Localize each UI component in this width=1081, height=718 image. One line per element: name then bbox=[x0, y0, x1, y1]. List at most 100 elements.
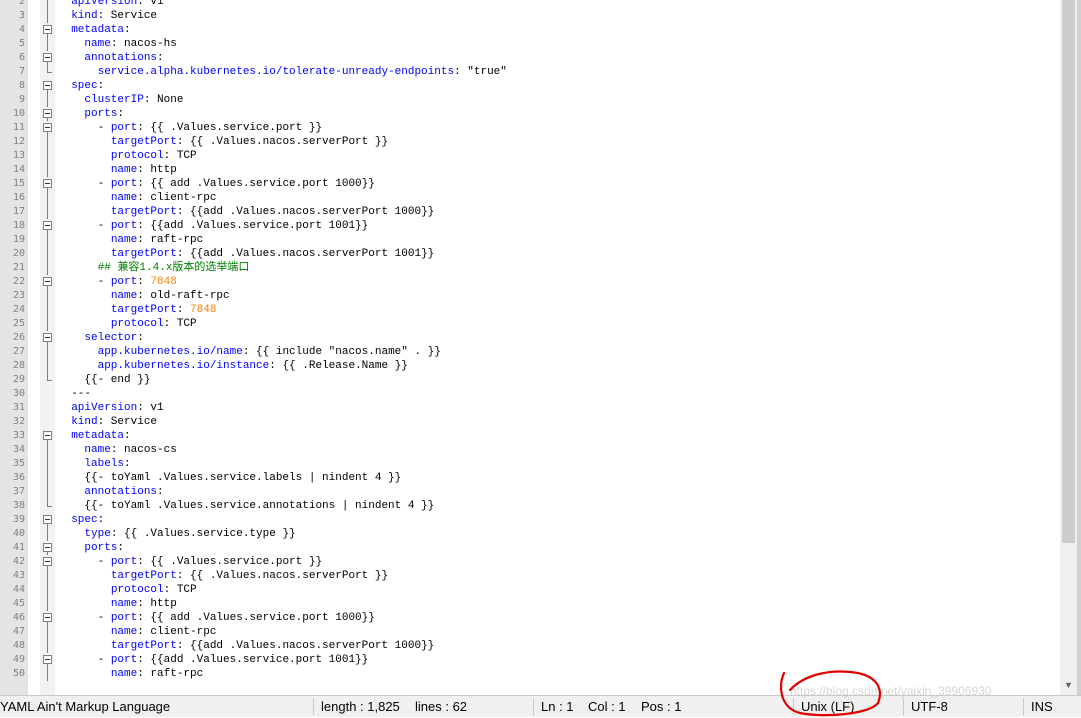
code-line[interactable]: 25 protocol: TCP bbox=[0, 317, 1060, 331]
code-line[interactable]: 43 targetPort: {{ .Values.nacos.serverPo… bbox=[0, 569, 1060, 583]
code-editor[interactable]: 2 apiVersion: v1 3 kind: Service 4 metadat… bbox=[0, 0, 1081, 695]
code-token: : bbox=[124, 458, 131, 470]
vertical-scrollbar[interactable]: ▼ bbox=[1060, 0, 1077, 695]
line-number: 3 bbox=[18, 10, 25, 21]
code-line[interactable]: 42 - port: {{ .Values.service.port }} bbox=[0, 555, 1060, 569]
code-line[interactable]: 28 app.kubernetes.io/instance: {{ .Relea… bbox=[0, 359, 1060, 373]
fold-toggle-icon[interactable] bbox=[43, 79, 52, 93]
yaml-key: targetPort bbox=[110, 304, 177, 316]
fold-toggle-icon[interactable] bbox=[43, 275, 52, 289]
fold-line-icon bbox=[43, 625, 52, 639]
code-line[interactable]: 30 --- bbox=[0, 387, 1060, 401]
code-line[interactable]: 46 - port: {{ add .Values.service.port 1… bbox=[0, 611, 1060, 625]
code-line[interactable]: 44 protocol: TCP bbox=[0, 583, 1060, 597]
fold-toggle-icon[interactable] bbox=[43, 555, 52, 569]
code-line[interactable]: 19 name: raft-rpc bbox=[0, 233, 1060, 247]
code-line[interactable]: 37 annotations: bbox=[0, 485, 1060, 499]
fold-toggle-icon[interactable] bbox=[43, 513, 52, 527]
code-text: spec: bbox=[58, 79, 104, 93]
code-line[interactable]: 48 targetPort: {{add .Values.nacos.serve… bbox=[0, 639, 1060, 653]
code-line[interactable]: 16 name: client-rpc bbox=[0, 191, 1060, 205]
code-text: ports: bbox=[58, 541, 124, 555]
code-line[interactable]: 31 apiVersion: v1 bbox=[0, 401, 1060, 415]
fold-toggle-icon[interactable] bbox=[43, 121, 52, 135]
code-line[interactable]: 9 clusterIP: None bbox=[0, 93, 1060, 107]
fold-toggle-icon[interactable] bbox=[43, 23, 52, 37]
code-line[interactable]: 24 targetPort: 7848 bbox=[0, 303, 1060, 317]
code-line[interactable]: 4 metadata: bbox=[0, 23, 1060, 37]
code-line[interactable]: 20 targetPort: {{add .Values.nacos.serve… bbox=[0, 247, 1060, 261]
code-line[interactable]: 8 spec: bbox=[0, 79, 1060, 93]
code-line[interactable]: 10 ports: bbox=[0, 107, 1060, 121]
fold-line-icon bbox=[43, 289, 52, 303]
code-line[interactable]: 14 name: http bbox=[0, 163, 1060, 177]
code-line[interactable]: 47 name: client-rpc bbox=[0, 625, 1060, 639]
code-line[interactable]: 21 ## 兼容1.4.x版本的选举端口 bbox=[0, 261, 1060, 275]
scroll-down-arrow-icon[interactable]: ▼ bbox=[1060, 679, 1077, 691]
code-token: : http bbox=[137, 164, 177, 176]
yaml-key: targetPort bbox=[110, 248, 177, 260]
code-line[interactable]: 29 {{- end }} bbox=[0, 373, 1060, 387]
code-text: name: client-rpc bbox=[58, 625, 217, 639]
yaml-key: selector bbox=[84, 332, 138, 344]
code-line[interactable]: 50 name: raft-rpc bbox=[0, 667, 1060, 681]
line-number: 47 bbox=[12, 626, 25, 637]
code-token: : TCP bbox=[163, 318, 197, 330]
code-line[interactable]: 32 kind: Service bbox=[0, 415, 1060, 429]
code-line[interactable]: 5 name: nacos-hs bbox=[0, 37, 1060, 51]
code-line[interactable]: 34 name: nacos-cs bbox=[0, 443, 1060, 457]
eol-format-label[interactable]: Unix (LF) bbox=[801, 699, 854, 714]
code-line[interactable]: 27 app.kubernetes.io/name: {{ include "n… bbox=[0, 345, 1060, 359]
code-line[interactable]: 15 - port: {{ add .Values.service.port 1… bbox=[0, 177, 1060, 191]
fold-toggle-icon[interactable] bbox=[43, 611, 52, 625]
code-line[interactable]: 13 protocol: TCP bbox=[0, 149, 1060, 163]
code-line[interactable]: 22 - port: 7848 bbox=[0, 275, 1060, 289]
code-line[interactable]: 45 name: http bbox=[0, 597, 1060, 611]
fold-toggle-icon[interactable] bbox=[43, 107, 52, 121]
code-line[interactable]: 18 - port: {{add .Values.service.port 10… bbox=[0, 219, 1060, 233]
code-line[interactable]: 7 service.alpha.kubernetes.io/tolerate-u… bbox=[0, 65, 1060, 79]
code-line[interactable]: 36 {{- toYaml .Values.service.labels | n… bbox=[0, 471, 1060, 485]
code-line[interactable]: 2 apiVersion: v1 bbox=[0, 0, 1060, 9]
fold-toggle-icon[interactable] bbox=[43, 51, 52, 65]
code-line[interactable]: 38 {{- toYaml .Values.service.annotation… bbox=[0, 499, 1060, 513]
fold-toggle-icon[interactable] bbox=[43, 219, 52, 233]
yaml-key: ports bbox=[84, 542, 118, 554]
code-token: : bbox=[124, 24, 131, 36]
fold-line-icon bbox=[43, 37, 52, 51]
fold-line-icon bbox=[43, 569, 52, 583]
code-line[interactable]: 49 - port: {{add .Values.service.port 10… bbox=[0, 653, 1060, 667]
fold-line-icon bbox=[43, 191, 52, 205]
encoding-label[interactable]: UTF-8 bbox=[911, 699, 948, 714]
code-line[interactable]: 6 annotations: bbox=[0, 51, 1060, 65]
code-line[interactable]: 12 targetPort: {{ .Values.nacos.serverPo… bbox=[0, 135, 1060, 149]
fold-toggle-icon[interactable] bbox=[43, 331, 52, 345]
insert-mode-label[interactable]: INS bbox=[1031, 699, 1053, 714]
scrollbar-thumb[interactable] bbox=[1062, 0, 1075, 543]
code-line[interactable]: 40 type: {{ .Values.service.type }} bbox=[0, 527, 1060, 541]
fold-toggle-icon[interactable] bbox=[43, 541, 52, 555]
code-line[interactable]: 17 targetPort: {{add .Values.nacos.serve… bbox=[0, 205, 1060, 219]
code-token: : "true" bbox=[454, 66, 507, 78]
fold-toggle-icon[interactable] bbox=[43, 429, 52, 443]
line-number: 45 bbox=[12, 598, 25, 609]
code-text: labels: bbox=[58, 457, 131, 471]
fold-toggle-icon[interactable] bbox=[43, 653, 52, 667]
code-line[interactable]: 33 metadata: bbox=[0, 429, 1060, 443]
code-line[interactable]: 35 labels: bbox=[0, 457, 1060, 471]
code-line[interactable]: 39 spec: bbox=[0, 513, 1060, 527]
code-line[interactable]: 41 ports: bbox=[0, 541, 1060, 555]
fold-toggle-icon[interactable] bbox=[43, 177, 52, 191]
code-text: targetPort: {{add .Values.nacos.serverPo… bbox=[58, 247, 434, 261]
code-lines[interactable]: 2 apiVersion: v1 3 kind: Service 4 metadat… bbox=[0, 0, 1060, 681]
code-text: protocol: TCP bbox=[58, 583, 197, 597]
code-line[interactable]: 26 selector: bbox=[0, 331, 1060, 345]
code-line[interactable]: 23 name: old-raft-rpc bbox=[0, 289, 1060, 303]
code-line[interactable]: 3 kind: Service bbox=[0, 9, 1060, 23]
code-line[interactable]: 11 - port: {{ .Values.service.port }} bbox=[0, 121, 1060, 135]
